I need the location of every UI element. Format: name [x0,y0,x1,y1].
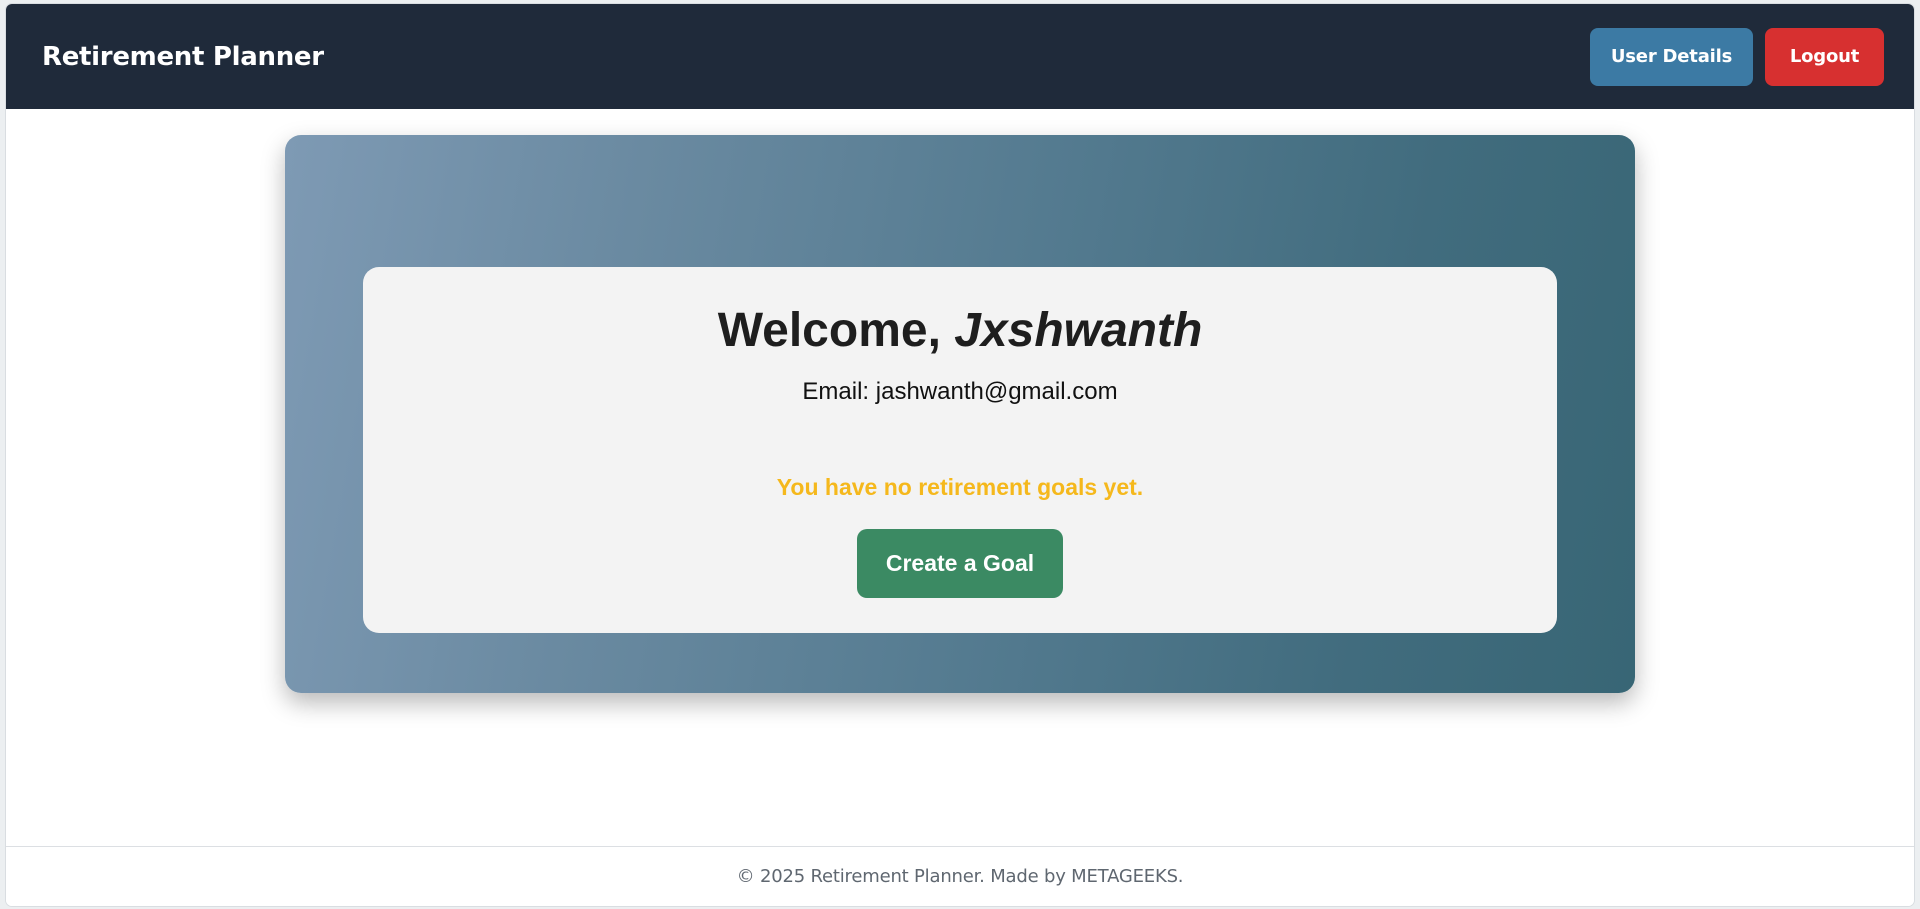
nav-actions: User Details Logout [1590,27,1884,86]
user-email: Email: jashwanth@gmail.com [802,378,1118,405]
welcome-card: Welcome, Jxshwanth Email: jashwanth@gmai… [363,267,1557,633]
main-content: Welcome, Jxshwanth Email: jashwanth@gmai… [6,109,1914,851]
welcome-heading: Welcome, Jxshwanth [363,303,1557,359]
logout-button[interactable]: Logout [1765,27,1884,86]
user-details-button[interactable]: User Details [1590,27,1753,86]
brand-title[interactable]: Retirement Planner [42,42,324,72]
app-window: Retirement Planner User Details Logout W… [6,4,1914,906]
footer-text: © 2025 Retirement Planner. Made by METAG… [736,866,1184,887]
welcome-username: Jxshwanth [954,304,1203,357]
navbar: Retirement Planner User Details Logout [6,4,1914,109]
no-goals-message: You have no retirement goals yet. [776,474,1144,500]
welcome-greeting: Welcome, [717,304,955,357]
create-goal-button[interactable]: Create a Goal [857,529,1063,598]
hero-panel: Welcome, Jxshwanth Email: jashwanth@gmai… [285,135,1635,693]
footer: © 2025 Retirement Planner. Made by METAG… [6,846,1914,906]
